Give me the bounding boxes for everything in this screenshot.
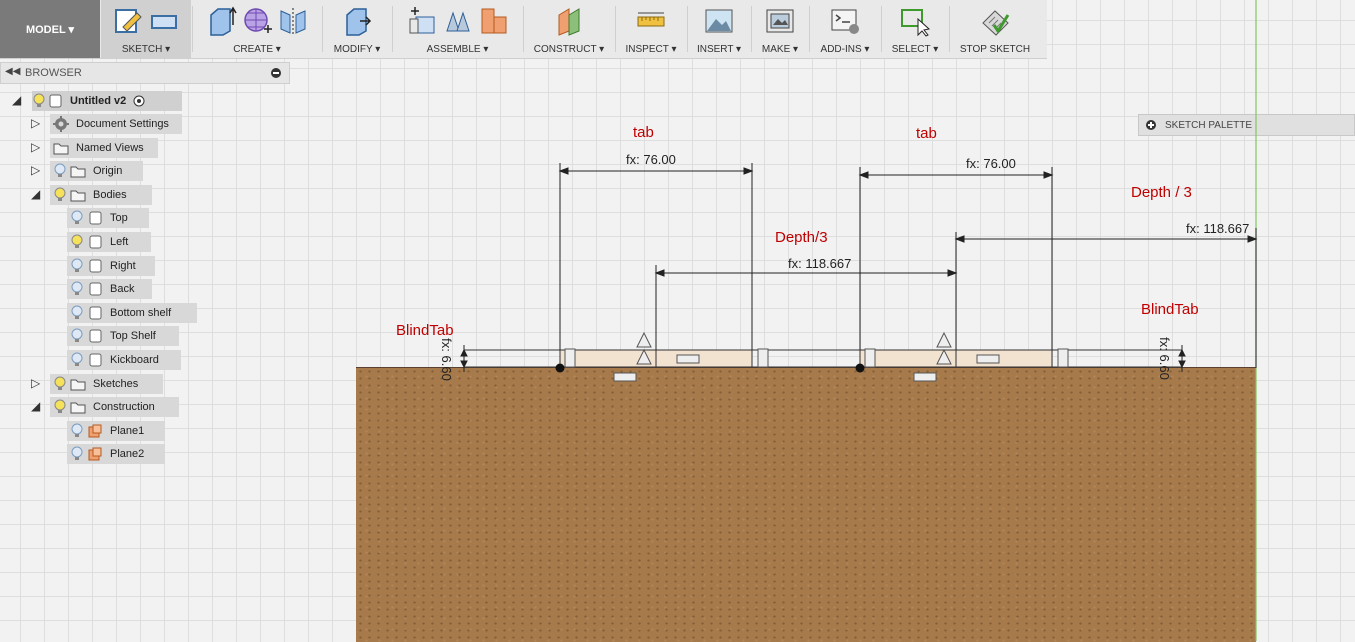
annotation-label: BlindTab <box>1141 301 1199 318</box>
annotation-label: Depth/3 <box>775 229 828 246</box>
sketch-point <box>855 363 865 373</box>
dimension-text[interactable]: fx: 118.667 <box>788 256 851 271</box>
annotation-label: tab <box>633 124 654 141</box>
dimension-line <box>558 167 754 175</box>
dimension-text[interactable]: fx: 6.60 <box>439 338 454 381</box>
constraint-glyphs <box>564 331 1069 382</box>
dimension-line <box>460 345 468 372</box>
sketch-point <box>555 363 565 373</box>
dimension-line <box>1178 345 1186 372</box>
dimension-text[interactable]: fx: 76.00 <box>626 152 676 167</box>
blind-tab-outline-left <box>463 349 561 368</box>
annotation-label: tab <box>916 125 937 142</box>
dimension-text[interactable]: fx: 6.60 <box>1157 337 1172 380</box>
annotation-label: Depth / 3 <box>1131 184 1192 201</box>
dimension-text[interactable]: fx: 118.667 <box>1186 221 1249 236</box>
dimension-line <box>954 235 1258 243</box>
sketch-canvas[interactable] <box>0 0 1355 641</box>
dimension-text[interactable]: fx: 76.00 <box>966 156 1016 171</box>
dimension-line <box>858 171 1054 179</box>
annotation-label: BlindTab <box>396 322 454 339</box>
